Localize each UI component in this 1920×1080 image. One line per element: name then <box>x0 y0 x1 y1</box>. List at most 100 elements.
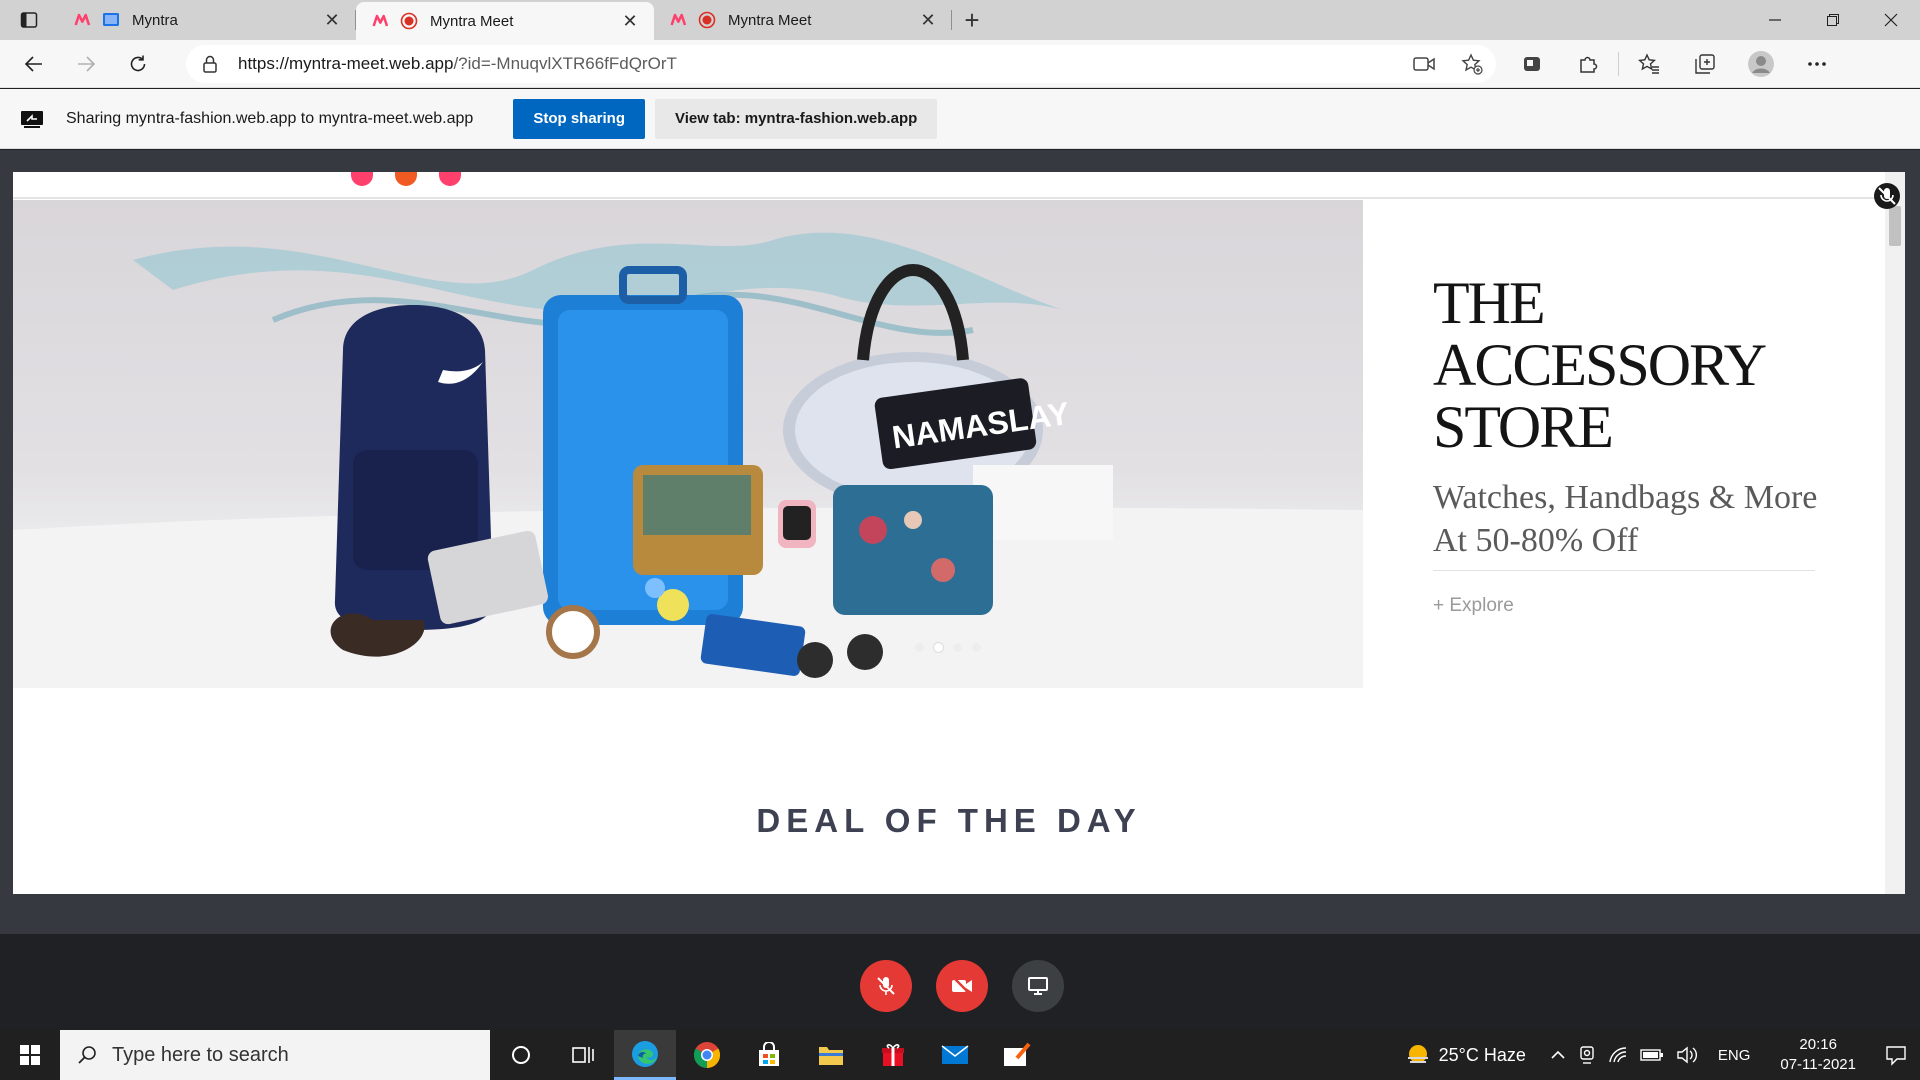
myntra-logo-icon <box>372 14 389 27</box>
input-language-indicator[interactable]: ENG <box>1718 1047 1751 1064</box>
favorites-icon <box>1638 52 1659 74</box>
sharing-status-text: Sharing myntra-fashion.web.app to myntra… <box>66 109 474 127</box>
video-off-icon <box>952 976 972 996</box>
banner-title: THE ACCESSORY STORE <box>1433 270 1765 460</box>
taskbar-clock[interactable]: 20:16 07-11-2021 <box>1780 1035 1856 1075</box>
sharing-screen-icon <box>20 110 46 128</box>
collections-button[interactable] <box>1677 44 1733 84</box>
mail-icon <box>941 1045 969 1064</box>
url-host: https://myntra-meet.web.app <box>238 53 454 73</box>
collections-icon <box>1695 53 1715 74</box>
myntra-logo-peek <box>351 172 461 186</box>
explore-link[interactable]: + Explore <box>1433 595 1873 617</box>
scrollbar-thumb[interactable] <box>1889 206 1901 246</box>
gift-app-button[interactable] <box>862 1030 924 1080</box>
extension-button[interactable] <box>1504 44 1560 84</box>
task-view-icon <box>572 1047 594 1063</box>
avatar-icon <box>1748 50 1774 77</box>
camera-off-button[interactable] <box>936 960 988 1012</box>
volume-button[interactable] <box>1676 1046 1698 1064</box>
start-button[interactable] <box>0 1030 60 1080</box>
webcam-icon <box>1580 1046 1594 1064</box>
battery-button[interactable] <box>1640 1047 1664 1063</box>
close-window-button[interactable] <box>1862 0 1920 40</box>
search-icon <box>78 1046 96 1064</box>
shared-screen-view: NAMASLAY THE ACCESSORY STORE Watches, Ha… <box>13 172 1905 894</box>
carousel-dot[interactable] <box>953 643 962 652</box>
chrome-taskbar-button[interactable] <box>676 1030 738 1080</box>
task-view-button[interactable] <box>552 1030 614 1080</box>
whiteboard-taskbar-button[interactable] <box>986 1030 1048 1080</box>
new-tab-button[interactable]: + <box>952 0 992 40</box>
tab-separator <box>951 10 952 30</box>
tab-actions-icon <box>20 12 38 28</box>
window-controls <box>1746 0 1920 40</box>
file-explorer-button[interactable] <box>800 1030 862 1080</box>
logo-fragment <box>439 172 461 186</box>
stop-sharing-button[interactable]: Stop sharing <box>513 98 645 139</box>
weather-widget[interactable]: 25°C Haze <box>1405 1042 1526 1068</box>
url-path: /?id=-MnuqvlXTR66fFdQrOrT <box>453 53 677 73</box>
toolbar-divider <box>1618 51 1619 76</box>
profile-button[interactable] <box>1733 44 1789 84</box>
store-bag-icon <box>759 1042 779 1066</box>
restore-button[interactable] <box>1804 0 1862 40</box>
tab-title: Myntra <box>132 11 178 29</box>
minimize-button[interactable] <box>1746 0 1804 40</box>
meet-now-button[interactable] <box>1578 1045 1596 1065</box>
battery-icon <box>1640 1049 1663 1061</box>
tab-actions-button[interactable] <box>0 0 58 40</box>
extensions-button[interactable] <box>1560 44 1616 84</box>
address-bar[interactable]: https://myntra-meet.web.app/?id=-MnuqvlX… <box>186 44 1496 83</box>
add-favorite-icon[interactable] <box>1448 52 1496 75</box>
accessory-banner-image[interactable]: NAMASLAY <box>13 200 1363 688</box>
refresh-icon <box>130 55 146 71</box>
wifi-icon <box>1609 1047 1626 1063</box>
search-placeholder: Type here to search <box>112 1043 289 1066</box>
restore-icon <box>1827 14 1839 26</box>
edge-taskbar-button[interactable] <box>614 1030 676 1080</box>
carousel-dot-active[interactable] <box>934 643 943 652</box>
cortana-button[interactable] <box>490 1030 552 1080</box>
weather-text: 25°C Haze <box>1438 1044 1526 1065</box>
present-screen-button[interactable] <box>1012 960 1064 1012</box>
lock-icon[interactable] <box>202 55 224 73</box>
shared-page-scrollbar[interactable] <box>1885 172 1905 894</box>
tab-sharing-bar: Sharing myntra-fashion.web.app to myntra… <box>0 89 1920 149</box>
close-tab-icon[interactable]: ✕ <box>620 11 640 31</box>
mail-taskbar-button[interactable] <box>924 1030 986 1080</box>
carousel-dot[interactable] <box>972 643 981 652</box>
back-arrow-icon <box>24 55 42 72</box>
notification-center-button[interactable] <box>1872 1044 1920 1066</box>
tab-myntra-meet-active[interactable]: Myntra Meet ✕ <box>356 2 654 40</box>
carousel-dot[interactable] <box>915 643 924 652</box>
mic-off-icon <box>877 977 895 995</box>
forward-button[interactable] <box>60 44 112 84</box>
speaker-icon <box>1677 1046 1697 1064</box>
network-button[interactable] <box>1608 1046 1628 1064</box>
show-hidden-icons-button[interactable] <box>1550 1050 1566 1060</box>
monitor-icon <box>1028 977 1048 995</box>
refresh-button[interactable] <box>112 44 164 84</box>
close-tab-icon[interactable]: ✕ <box>322 10 342 30</box>
clock-time: 20:16 <box>1799 1036 1837 1053</box>
logo-fragment <box>351 172 373 186</box>
close-icon <box>1884 13 1898 27</box>
settings-more-button[interactable] <box>1789 44 1845 84</box>
banner-promo: THE ACCESSORY STORE Watches, Handbags & … <box>1433 272 1873 617</box>
header-divider <box>13 197 1885 199</box>
banner-subtitle: Watches, Handbags & More At 50-80% Off <box>1433 479 1818 559</box>
favorites-button[interactable] <box>1621 44 1677 84</box>
url-text[interactable]: https://myntra-meet.web.app/?id=-MnuqvlX… <box>238 54 1400 74</box>
taskbar-search-box[interactable]: Type here to search <box>60 1030 490 1080</box>
camera-in-use-icon[interactable] <box>1400 56 1448 72</box>
view-shared-tab-button[interactable]: View tab: myntra-fashion.web.app <box>655 98 938 139</box>
back-button[interactable] <box>8 44 60 84</box>
whiteboard-icon <box>1004 1042 1031 1066</box>
meet-content-area: NAMASLAY THE ACCESSORY STORE Watches, Ha… <box>0 150 1920 1030</box>
tab-myntra[interactable]: Myntra ✕ <box>58 0 356 40</box>
tab-myntra-meet[interactable]: Myntra Meet ✕ <box>654 0 952 40</box>
store-taskbar-button[interactable] <box>738 1030 800 1080</box>
mute-microphone-button[interactable] <box>860 960 912 1012</box>
close-tab-icon[interactable]: ✕ <box>918 10 938 30</box>
